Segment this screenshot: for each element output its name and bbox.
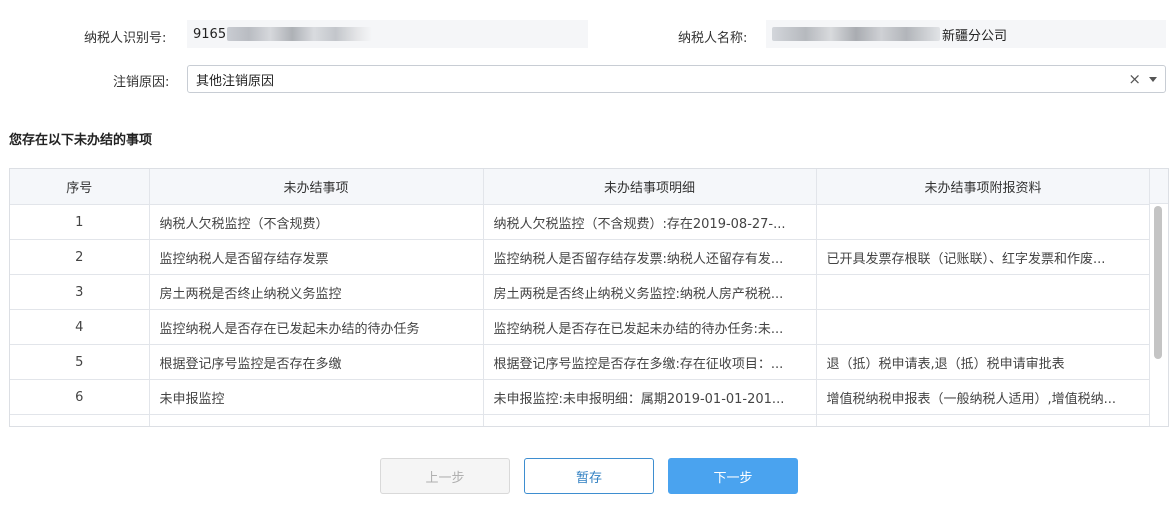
cell-detail: 监控纳税人是否存在已发起未办结的待办任务:未... (483, 309, 817, 345)
taxpayer-name-label: 纳税人名称: (678, 31, 748, 46)
cell-index: 5 (10, 344, 150, 380)
cell-index: 3 (10, 274, 150, 310)
cell-attachment (816, 274, 1151, 310)
save-draft-button[interactable]: 暂存 (524, 458, 654, 494)
prev-step-button[interactable]: 上一步 (380, 458, 510, 494)
taxpayer-id-value: 9165 (193, 26, 227, 42)
table-header-row: 序号 未办结事项 未办结事项明细 未办结事项附报资料 (10, 169, 1151, 205)
table-row[interactable]: 2 监控纳税人是否留存结存发票 监控纳税人是否留存结存发票:纳税人还留存有发..… (10, 239, 1151, 275)
cell-attachment: 退（抵）税申请表,退（抵）税申请审批表 (816, 344, 1151, 380)
section-title: 您存在以下未办结的事项 (9, 133, 153, 148)
cell-item: 纳税人欠税监控（不含规费） (149, 204, 484, 240)
chevron-down-icon[interactable] (1149, 76, 1157, 82)
cell-item: 房土两税是否终止纳税义务监控 (149, 274, 484, 310)
cell-attachment: 增值税纳税申报表（一般纳税人适用）,增值税纳... (816, 379, 1151, 415)
cell-detail (483, 414, 817, 426)
cell-attachment (816, 204, 1151, 240)
taxpayer-name-suffix: 新疆分公司 (942, 28, 1008, 44)
cell-index: 4 (10, 309, 150, 345)
cell-index: 7 (10, 414, 150, 426)
pending-items-table: 序号 未办结事项 未办结事项明细 未办结事项附报资料 1 纳税人欠税监控（不含规… (9, 168, 1169, 427)
clear-icon[interactable]: × (1128, 70, 1141, 88)
cell-item: 根据登记序号监控是否存在多缴 (149, 344, 484, 380)
cell-detail: 根据登记序号监控是否存在多缴:存在征收项目：... (483, 344, 817, 380)
cell-index: 1 (10, 204, 150, 240)
cell-detail: 房土两税是否终止纳税义务监控:纳税人房产税税... (483, 274, 817, 310)
taxpayer-name-field: 新疆分公司 (766, 20, 1166, 48)
cell-attachment (816, 414, 1151, 426)
table-row[interactable]: 3 房土两税是否终止纳税义务监控 房土两税是否终止纳税义务监控:纳税人房产税税.… (10, 274, 1151, 310)
redacted-block (772, 27, 940, 41)
table-row[interactable]: 6 未申报监控 未申报监控:未申报明细：属期2019-01-01-201... … (10, 379, 1151, 415)
taxpayer-id-field: 9165 (187, 20, 588, 48)
cell-detail: 纳税人欠税监控（不含规费）:存在2019-08-27-... (483, 204, 817, 240)
cell-attachment: 已开具发票存根联（记账联）、红字发票和作废... (816, 239, 1151, 275)
cell-index: 2 (10, 239, 150, 275)
table-row[interactable]: 4 监控纳税人是否存在已发起未办结的待办任务 监控纳税人是否存在已发起未办结的待… (10, 309, 1151, 345)
header-scroll-cap (1149, 169, 1168, 204)
cell-item (149, 414, 484, 426)
redacted-block (227, 27, 373, 41)
cancel-reason-select[interactable]: 其他注销原因 × (187, 65, 1166, 93)
column-header-index: 序号 (10, 169, 150, 205)
cell-attachment (816, 309, 1151, 345)
cell-index: 6 (10, 379, 150, 415)
column-header-attachment: 未办结事项附报资料 (816, 169, 1151, 205)
scrollbar-thumb[interactable] (1154, 206, 1162, 359)
next-step-button[interactable]: 下一步 (668, 458, 798, 494)
table-row[interactable]: 1 纳税人欠税监控（不含规费） 纳税人欠税监控（不含规费）:存在2019-08-… (10, 204, 1151, 240)
cell-detail: 未申报监控:未申报明细：属期2019-01-01-201... (483, 379, 817, 415)
table-row[interactable]: 7 (10, 414, 1151, 426)
table-scrollbar[interactable] (1149, 204, 1168, 426)
column-header-item: 未办结事项 (149, 169, 484, 205)
cell-item: 未申报监控 (149, 379, 484, 415)
table-row[interactable]: 5 根据登记序号监控是否存在多缴 根据登记序号监控是否存在多缴:存在征收项目：.… (10, 344, 1151, 380)
cancel-reason-label: 注销原因: (113, 75, 170, 90)
cell-item: 监控纳税人是否存在已发起未办结的待办任务 (149, 309, 484, 345)
taxpayer-id-label: 纳税人识别号: (84, 31, 167, 46)
cell-detail: 监控纳税人是否留存结存发票:纳税人还留存有发... (483, 239, 817, 275)
cell-item: 监控纳税人是否留存结存发票 (149, 239, 484, 275)
cancel-reason-value: 其他注销原因 (196, 73, 275, 89)
column-header-detail: 未办结事项明细 (483, 169, 817, 205)
